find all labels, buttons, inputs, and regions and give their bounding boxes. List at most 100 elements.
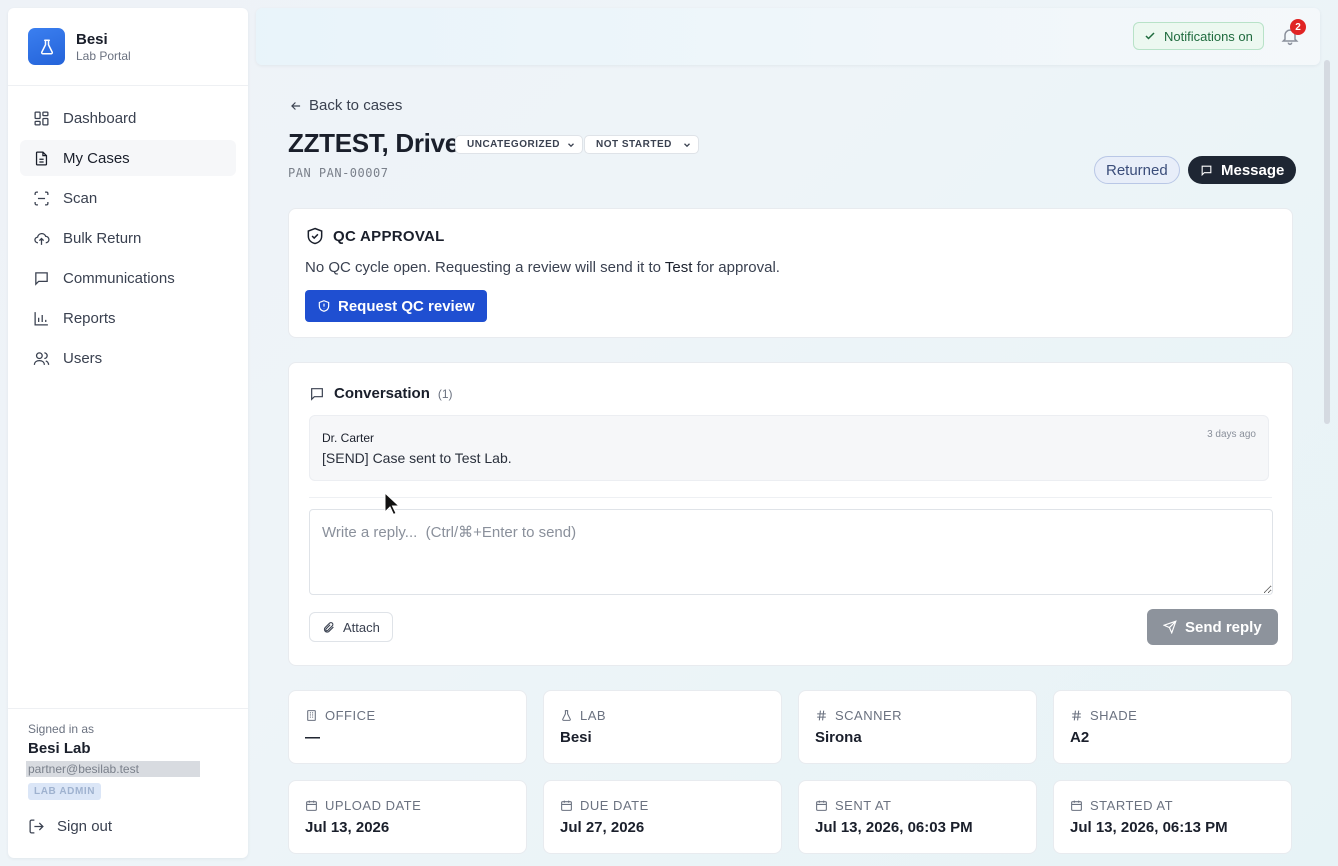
detail-value: A2 [1070,729,1090,746]
building-icon [307,710,316,721]
hash-icon [1072,710,1081,721]
detail-label: SENT AT [835,798,892,813]
qc-title: QC APPROVAL [333,227,445,245]
request-qc-label: Request QC review [338,297,475,315]
sidebar: Besi Lab Portal Dashboard My Cases Scan … [8,8,248,858]
sidebar-item-my-cases[interactable]: My Cases [20,140,236,176]
chat-icon [311,387,323,401]
notification-count-badge: 2 [1290,19,1306,35]
scan-icon [34,190,49,206]
detail-label: UPLOAD DATE [325,798,422,813]
user-email: partner@besilab.test [26,761,200,777]
detail-card-lab: LAB Besi [543,690,782,764]
chevron-down-icon [568,142,574,147]
chevron-down-icon [684,142,690,147]
brand-subtitle: Lab Portal [76,48,131,63]
sidebar-item-bulk-return[interactable]: Bulk Return [20,220,236,256]
calendar-icon [561,800,572,811]
qc-description: No QC cycle open. Requesting a review wi… [305,259,780,276]
sign-out-button[interactable]: Sign out [28,818,112,835]
send-reply-button[interactable]: Send reply [1147,609,1278,645]
conversation-count: (1) [437,386,453,401]
signed-in-label: Signed in as [28,722,95,736]
progress-select[interactable]: NOT STARTED [584,135,699,154]
detail-value: Sirona [815,729,862,746]
detail-value: Besi [560,729,592,746]
category-value: UNCATEGORIZED [467,139,560,150]
detail-card-office: OFFICE — [288,690,527,764]
divider [309,497,1272,498]
detail-card-scanner: SCANNER Sirona [798,690,1037,764]
send-icon [1163,620,1177,634]
progress-value: NOT STARTED [596,139,672,150]
sidebar-item-reports[interactable]: Reports [20,300,236,336]
sidebar-item-scan[interactable]: Scan [20,180,236,216]
qc-approval-card: QC APPROVAL No QC cycle open. Requesting… [288,208,1293,338]
arrow-left-icon [291,101,301,110]
chat-icon [35,271,48,286]
paperclip-icon [323,621,334,633]
detail-value: Jul 13, 2026, 06:03 PM [815,819,973,836]
dashboard-icon [34,110,49,126]
sidebar-item-label: My Cases [63,149,130,167]
attach-button[interactable]: Attach [309,612,393,642]
detail-card-shade: SHADE A2 [1053,690,1292,764]
scrollbar[interactable] [1324,60,1330,424]
sidebar-item-label: Bulk Return [63,229,142,247]
calendar-icon [306,800,317,811]
shield-alert-icon [318,300,330,312]
notifications-toggle[interactable]: Notifications on [1133,22,1264,50]
detail-card-upload-date: UPLOAD DATE Jul 13, 2026 [288,780,527,854]
back-to-cases-link[interactable]: Back to cases [289,97,402,114]
sidebar-item-label: Communications [63,269,175,287]
sidebar-item-label: Users [63,349,103,367]
attach-label: Attach [343,619,380,635]
detail-card-started-at: STARTED AT Jul 13, 2026, 06:13 PM [1053,780,1292,854]
brand[interactable]: Besi Lab Portal [28,28,131,65]
conversation-card: Conversation (1) Dr. Carter 3 days ago [… [288,362,1293,666]
sidebar-item-dashboard[interactable]: Dashboard [20,100,236,136]
sidebar-item-communications[interactable]: Communications [20,260,236,296]
sign-out-icon [29,819,44,834]
calendar-icon [1071,800,1082,811]
detail-label: SHADE [1090,708,1138,723]
detail-label: SCANNER [835,708,903,723]
detail-card-due-date: DUE DATE Jul 27, 2026 [543,780,782,854]
message-time: 3 days ago [1207,429,1256,440]
message-author: Dr. Carter [322,431,375,445]
detail-label: LAB [580,708,607,723]
detail-card-sent-at: SENT AT Jul 13, 2026, 06:03 PM [798,780,1037,854]
sidebar-item-label: Dashboard [63,109,137,127]
send-reply-label: Send reply [1185,618,1262,636]
notifications-label: Notifications on [1164,28,1253,44]
message-button[interactable]: Message [1188,156,1297,184]
category-select[interactable]: UNCATEGORIZED [455,135,583,154]
message-button-label: Message [1221,161,1285,179]
detail-label: DUE DATE [580,798,649,813]
user-name: Besi Lab [28,740,91,757]
message-body: [SEND] Case sent to Test Lab. [322,450,512,466]
detail-value: Jul 13, 2026, 06:13 PM [1070,819,1228,836]
sidebar-nav: Dashboard My Cases Scan Bulk Return Comm… [20,100,236,380]
reply-input[interactable] [309,509,1273,595]
flask-icon [562,710,571,721]
conversation-title: Conversation [334,385,430,402]
cloud-upload-icon [34,232,50,245]
divider [8,85,248,86]
sidebar-item-users[interactable]: Users [20,340,236,376]
request-qc-review-button[interactable]: Request QC review [305,290,487,322]
back-label: Back to cases [309,97,403,114]
check-icon [1145,32,1155,40]
detail-label: OFFICE [325,708,376,723]
brand-name: Besi [76,30,108,48]
hash-icon [817,710,826,721]
detail-value: — [305,729,320,746]
document-icon [35,150,48,166]
topbar: Notifications on 2 [256,8,1320,65]
bar-chart-icon [34,311,48,326]
page-title: ZZTEST, Drive [288,128,459,158]
shield-check-icon [307,227,323,245]
pan-number: PAN PAN-00007 [288,166,389,180]
message-item: Dr. Carter 3 days ago [SEND] Case sent t… [309,415,1269,481]
calendar-icon [816,800,827,811]
